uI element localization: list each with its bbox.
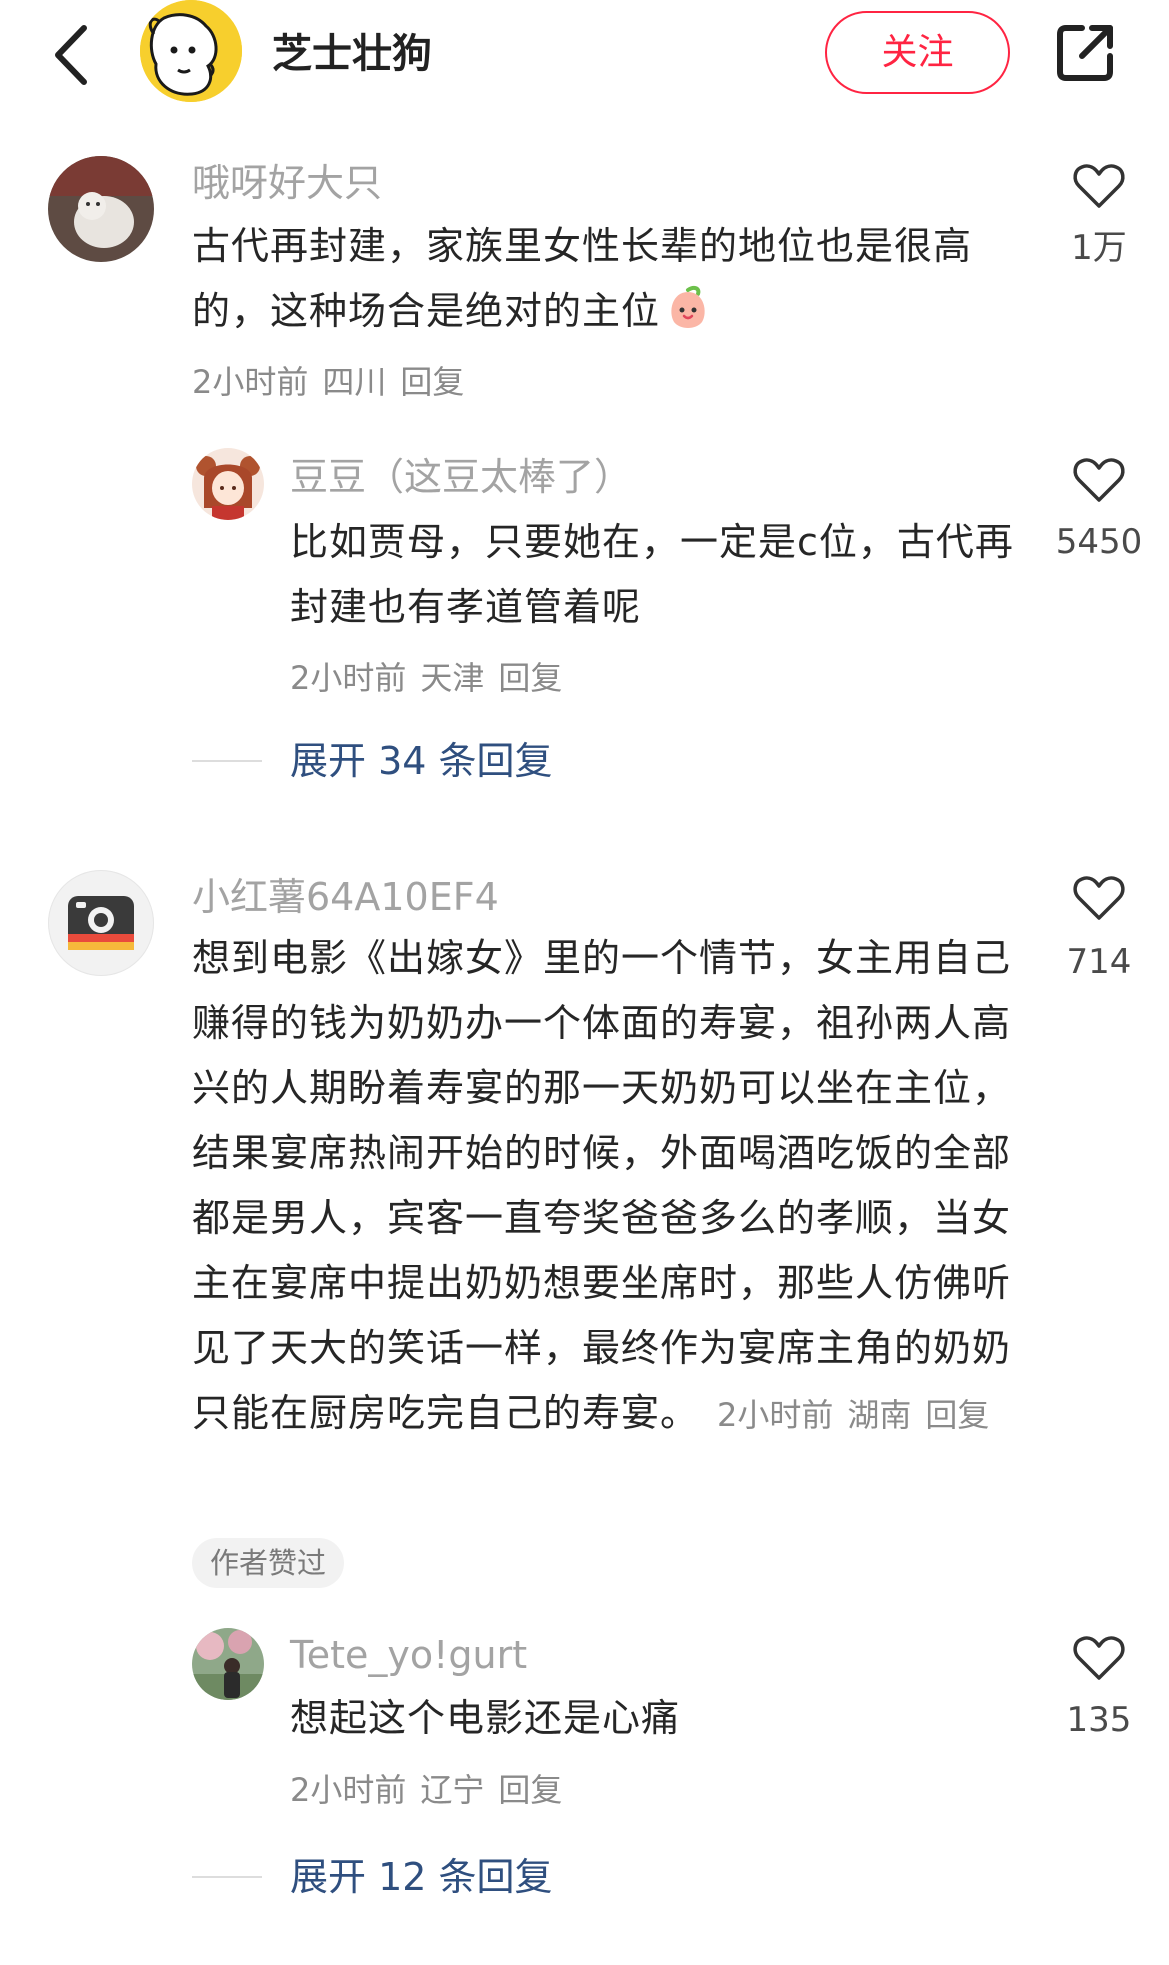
comment-meta: 2小时前 湖南 回复 bbox=[717, 1396, 1003, 1434]
author-liked-badge: 作者赞过 bbox=[192, 1538, 345, 1588]
reply-button[interactable]: 回复 bbox=[498, 659, 562, 697]
commenter-avatar[interactable] bbox=[48, 156, 154, 262]
cat-photo-icon bbox=[48, 156, 154, 262]
comment-text: 想到电影《出嫁女》里的一个情节，女主用自己赚得的钱为奶奶办一个体面的寿宴，祖孙两… bbox=[192, 936, 1012, 1435]
like-count: 135 bbox=[1066, 1700, 1132, 1740]
reply-meta: 2小时前 天津 回复 bbox=[290, 656, 576, 700]
expand-replies-button[interactable]: 展开 12 条回复 bbox=[290, 1852, 553, 1902]
comment-text: 古代再封建，家族里女性长辈的地位也是很高的，这种场合是绝对的主位 bbox=[192, 224, 973, 333]
cartoon-dog-face-icon bbox=[140, 0, 242, 102]
peach-face-emoji-icon bbox=[671, 285, 705, 328]
heart-icon[interactable] bbox=[1072, 456, 1126, 504]
comment-time: 2小时前 bbox=[192, 363, 309, 401]
like-count: 5450 bbox=[1055, 522, 1143, 562]
like-count: 1万 bbox=[1071, 228, 1127, 268]
garden-photo-avatar-icon bbox=[192, 1628, 264, 1700]
reply-time: 2小时前 bbox=[290, 659, 407, 697]
comment-meta: 2小时前 四川 回复 bbox=[192, 360, 478, 404]
reply-location: 天津 bbox=[420, 659, 485, 697]
author-avatar[interactable] bbox=[140, 0, 242, 102]
expand-replies-button[interactable]: 展开 34 条回复 bbox=[290, 736, 553, 786]
author-name[interactable]: 芝士壮狗 bbox=[272, 24, 432, 84]
reply-button[interactable]: 回复 bbox=[400, 363, 464, 401]
comment-location: 四川 bbox=[322, 363, 387, 401]
heart-icon[interactable] bbox=[1072, 1634, 1126, 1682]
commenter-name[interactable]: 哦呀好大只 bbox=[192, 158, 382, 208]
reply-button[interactable]: 回复 bbox=[925, 1396, 989, 1434]
anime-girl-avatar-icon bbox=[192, 448, 264, 520]
reply-location: 辽宁 bbox=[420, 1771, 485, 1809]
reply-text: 想起这个电影还是心痛 bbox=[290, 1696, 681, 1740]
share-icon[interactable] bbox=[1052, 20, 1118, 86]
camera-avatar-icon bbox=[68, 896, 134, 950]
commenter-avatar[interactable] bbox=[48, 870, 154, 976]
reply-button[interactable]: 回复 bbox=[498, 1771, 562, 1809]
commenter-name[interactable]: 小红薯64A10EF4 bbox=[192, 872, 499, 922]
replier-name[interactable]: Tete_yo!gurt bbox=[290, 1630, 527, 1680]
back-arrow-icon[interactable] bbox=[48, 22, 100, 88]
replier-avatar[interactable] bbox=[192, 1628, 264, 1700]
replier-name[interactable]: 豆豆（这豆太棒了） bbox=[290, 452, 632, 502]
divider-line bbox=[192, 1876, 262, 1878]
follow-button[interactable]: 关注 bbox=[825, 11, 1010, 94]
divider-line bbox=[192, 760, 262, 762]
reply-meta: 2小时前 辽宁 回复 bbox=[290, 1768, 576, 1812]
comment-location: 湖南 bbox=[847, 1396, 912, 1434]
heart-icon[interactable] bbox=[1072, 874, 1126, 922]
like-count: 714 bbox=[1066, 942, 1132, 982]
reply-text: 比如贾母，只要她在，一定是c位，古代再封建也有孝道管着呢 bbox=[290, 520, 1014, 629]
comment-time: 2小时前 bbox=[717, 1396, 834, 1434]
heart-icon[interactable] bbox=[1072, 162, 1126, 210]
replier-avatar[interactable] bbox=[192, 448, 264, 520]
reply-time: 2小时前 bbox=[290, 1771, 407, 1809]
